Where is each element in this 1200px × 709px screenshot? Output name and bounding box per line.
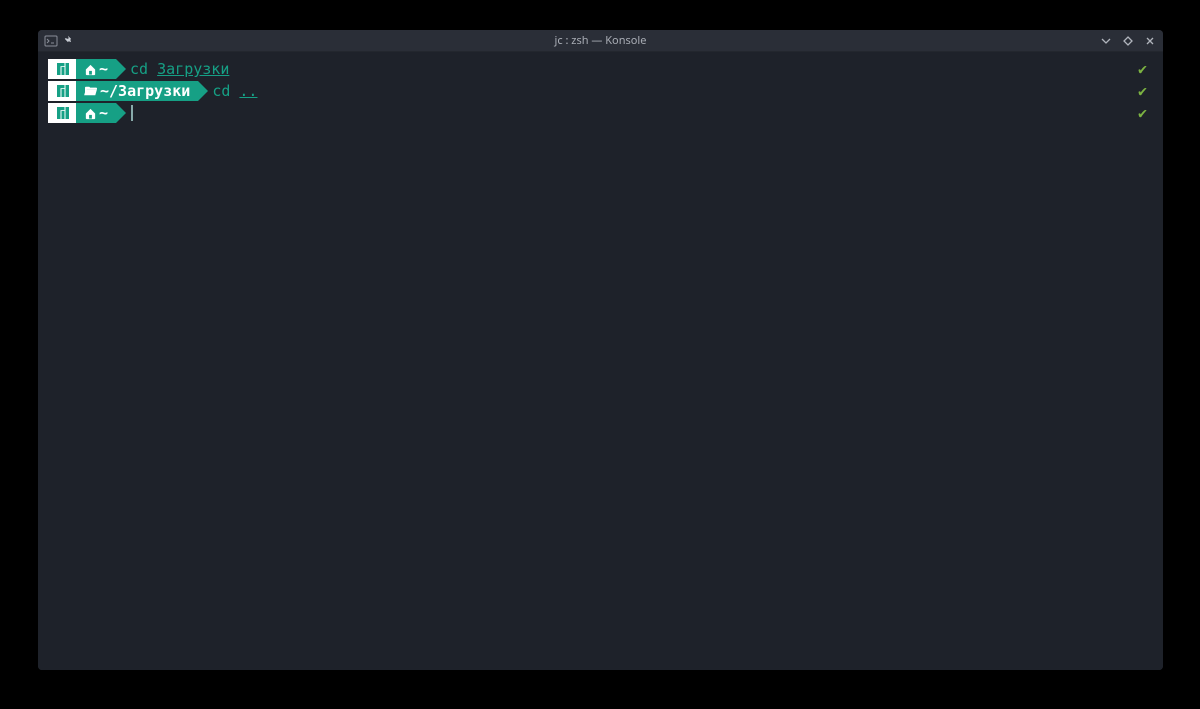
manjaro-icon [56, 84, 70, 98]
path-segment-folder: ~/Загрузки [76, 81, 198, 101]
os-segment [48, 81, 76, 101]
terminal-line: ~ cd Загрузки ✔ [48, 58, 1153, 80]
maximize-button[interactable] [1121, 34, 1135, 48]
command-arg: Загрузки [157, 58, 229, 80]
terminal-app-icon [44, 34, 58, 48]
os-segment [48, 103, 76, 123]
terminal-line: ~ ✔ [48, 102, 1153, 124]
path-segment-home: ~ [76, 59, 116, 79]
command-arg: .. [239, 80, 257, 102]
path-segment-home: ~ [76, 103, 116, 123]
home-icon [84, 107, 97, 120]
konsole-window: jc : zsh — Konsole [38, 30, 1163, 670]
command-text: cd [212, 80, 230, 102]
pin-icon[interactable] [64, 35, 75, 46]
close-button[interactable] [1143, 34, 1157, 48]
terminal-area[interactable]: ~ cd Загрузки ✔ [38, 52, 1163, 670]
home-icon [84, 63, 97, 76]
path-tilde: ~ [97, 102, 110, 124]
path-tilde: ~ [97, 58, 110, 80]
titlebar: jc : zsh — Konsole [38, 30, 1163, 52]
status-ok-icon: ✔ [1138, 102, 1153, 124]
manjaro-icon [56, 106, 70, 120]
status-ok-icon: ✔ [1138, 80, 1153, 102]
window-title: jc : zsh — Konsole [38, 33, 1163, 48]
terminal-line: ~/Загрузки cd .. ✔ [48, 80, 1153, 102]
path-text: ~/Загрузки [98, 80, 192, 102]
folder-open-icon [84, 85, 98, 97]
text-cursor [131, 105, 133, 121]
manjaro-icon [56, 62, 70, 76]
window-controls [1099, 34, 1157, 48]
command-text: cd [130, 58, 148, 80]
minimize-button[interactable] [1099, 34, 1113, 48]
titlebar-left [44, 34, 75, 48]
os-segment [48, 59, 76, 79]
status-ok-icon: ✔ [1138, 58, 1153, 80]
